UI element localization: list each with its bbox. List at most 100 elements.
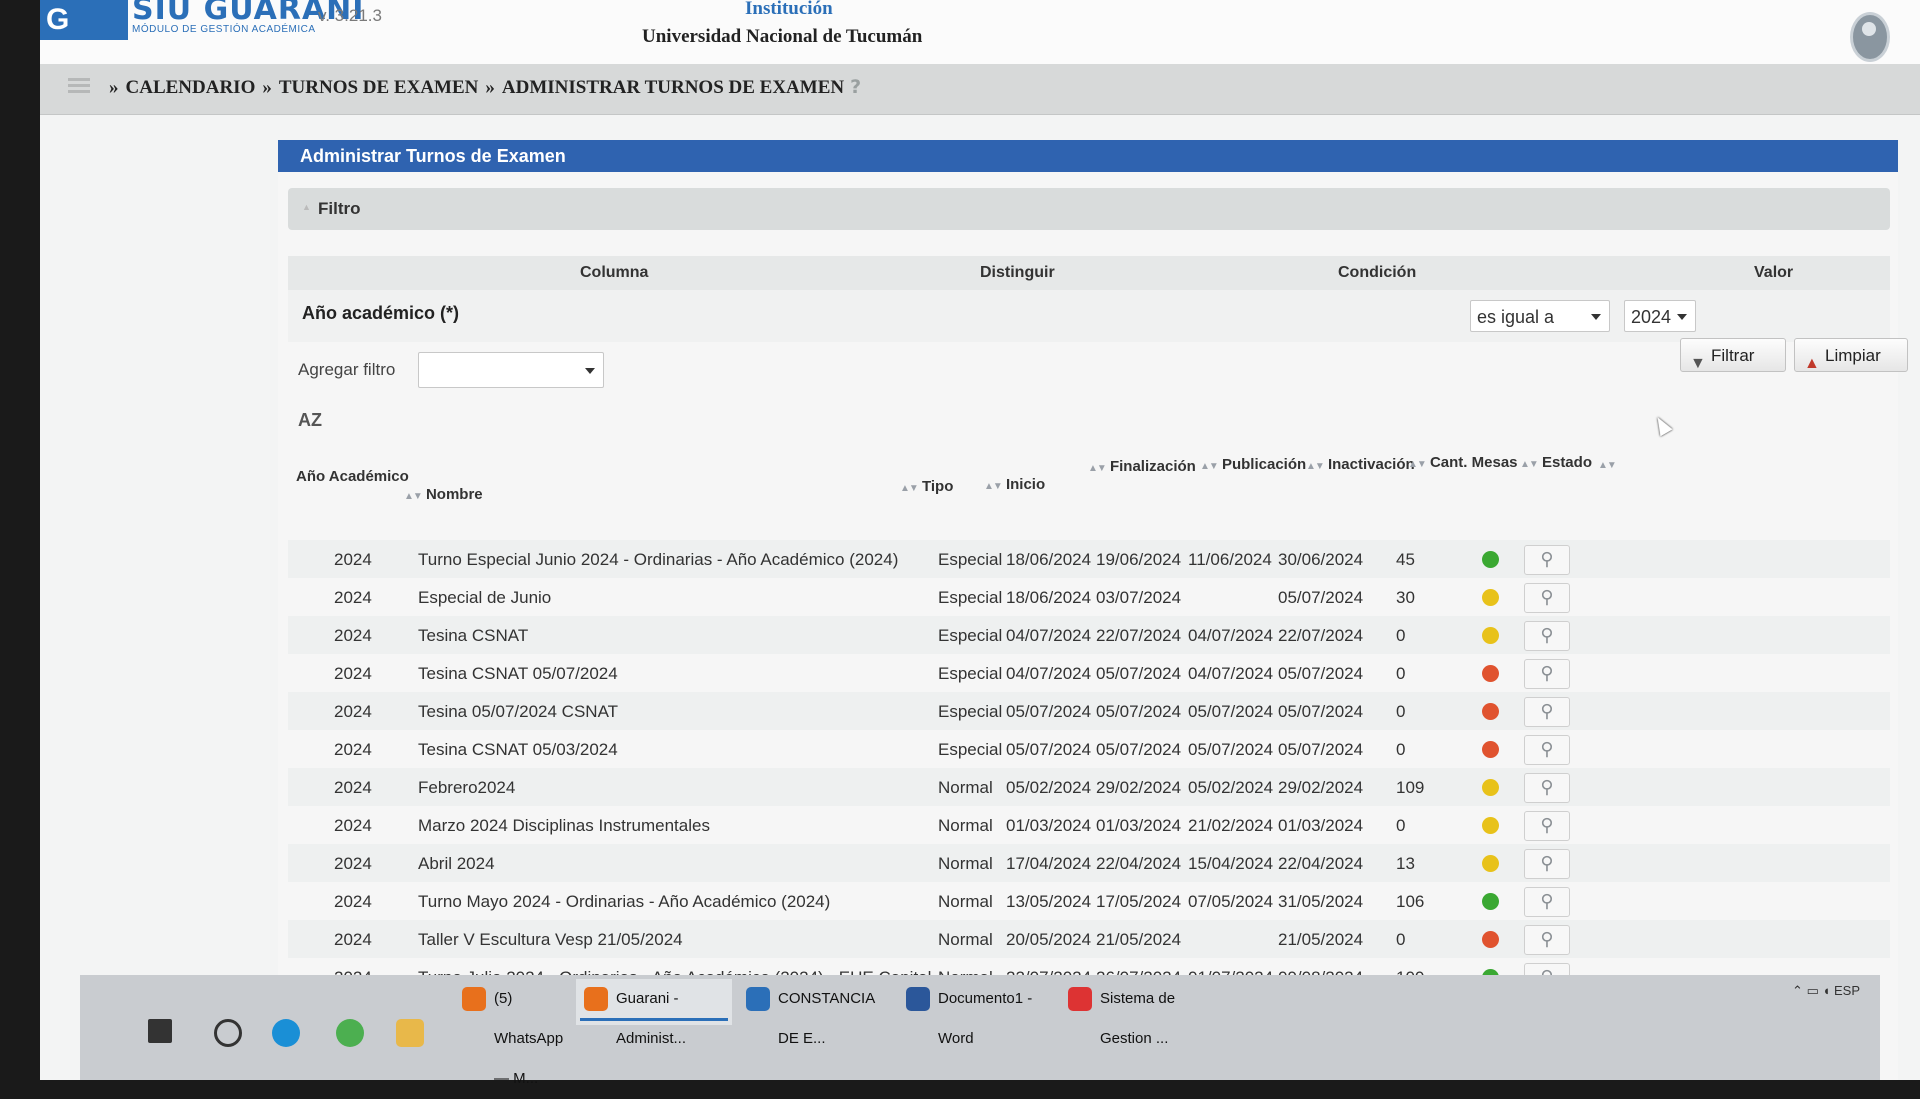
filter-header[interactable]: ▲ Filtro xyxy=(288,188,1890,230)
add-filter-select[interactable] xyxy=(418,352,604,388)
cell-tipo: Especial xyxy=(938,664,1003,683)
language-indicator[interactable]: ESP xyxy=(1834,983,1860,998)
table-row[interactable]: 2024 Febrero2024 Normal 05/02/2024 29/02/202… xyxy=(288,768,1890,806)
th-fin[interactable]: ▲▼ Finalización xyxy=(1088,458,1196,475)
th-anio[interactable]: Año Académico xyxy=(296,468,409,485)
chevron-up-icon[interactable]: ⌃ xyxy=(1792,983,1803,998)
add-filter-label: Agregar filtro xyxy=(298,360,396,379)
taskbar-item[interactable]: Guarani - Administ... xyxy=(576,979,732,1047)
table-row[interactable]: 2024 Especial de Junio Especial 18/06/2024 0… xyxy=(288,578,1890,616)
sort-arrows-icon[interactable]: ▲▼ xyxy=(1408,459,1427,470)
cell-inicio: 05/07/2024 xyxy=(1006,740,1092,759)
file-explorer-icon[interactable] xyxy=(396,1019,424,1047)
cell-nombre: Abril 2024 xyxy=(418,854,495,873)
table-row[interactable]: 2024 Abril 2024 Normal 17/04/2024 22/04/2024… xyxy=(288,844,1890,882)
th-pub[interactable]: ▲▼ Publicación xyxy=(1200,456,1306,473)
taskbar-item[interactable]: Sistema de Gestion ... xyxy=(1060,979,1218,1047)
breadcrumb-turnos[interactable]: TURNOS DE EXAMEN xyxy=(279,77,479,98)
edge-icon[interactable] xyxy=(272,1019,300,1047)
th-estado[interactable]: ▲▼ Estado xyxy=(1520,454,1592,471)
magnifier-icon[interactable]: ⚲ xyxy=(1524,811,1570,841)
year-select[interactable]: 2024 xyxy=(1624,300,1696,332)
table-row[interactable]: 2024 Tesina 05/07/2024 CSNAT Especial 05/07… xyxy=(288,692,1890,730)
filter-col-valor: Valor xyxy=(1754,264,1794,281)
magnifier-icon[interactable]: ⚲ xyxy=(1524,621,1570,651)
volume-icon[interactable]: ◖ xyxy=(1823,983,1831,998)
th-tipo[interactable]: ▲▼ Tipo xyxy=(900,478,953,495)
th-cant[interactable]: ▲▼ Cant. Mesas xyxy=(1408,454,1518,471)
magnifier-icon[interactable]: ⚲ xyxy=(1524,773,1570,803)
cell-cant: 0 xyxy=(1396,702,1406,721)
cell-inact: 05/07/2024 xyxy=(1278,664,1364,683)
magnifier-icon[interactable]: ⚲ xyxy=(1524,659,1570,689)
help-icon[interactable]: ? xyxy=(850,76,861,98)
taskbar-item-label: (5) WhatsApp — M... xyxy=(494,990,564,1087)
status-dot-icon xyxy=(1482,627,1499,644)
cell-tipo: Especial xyxy=(938,740,1003,759)
table-row[interactable]: 2024 Turno Especial Junio 2024 - Ordinari… xyxy=(288,540,1890,578)
sort-arrows-icon[interactable]: ▲▼ xyxy=(900,483,919,494)
breadcrumb-calendario[interactable]: CALENDARIO xyxy=(126,77,256,98)
cell-nombre: Turno Mayo 2024 - Ordinarias - Año Acadé… xyxy=(418,892,831,911)
network-icon[interactable]: ▭ xyxy=(1807,983,1819,998)
table-row[interactable]: 2024 Tesina CSNAT Especial 04/07/2024 22/07/… xyxy=(288,616,1890,654)
word-icon xyxy=(906,987,930,1011)
menu-icon[interactable] xyxy=(68,78,90,94)
table-row[interactable]: 2024 Turno Mayo 2024 - Ordinarias - Año A… xyxy=(288,882,1890,920)
filter-button[interactable]: ▼ Filtrar xyxy=(1680,338,1786,372)
table-row[interactable]: 2024 Taller V Escultura Vesp 21/05/2024 No… xyxy=(288,920,1890,958)
status-dot-icon xyxy=(1482,817,1499,834)
sort-arrows-icon[interactable]: ▲▼ xyxy=(1598,460,1617,471)
sort-arrows-icon[interactable]: ▲▼ xyxy=(1200,461,1219,472)
siu-logo[interactable]: G xyxy=(40,0,128,40)
collapse-icon[interactable]: ▲ xyxy=(302,202,311,212)
sort-arrows-icon[interactable]: ▲▼ xyxy=(404,491,423,502)
magnifier-icon[interactable]: ⚲ xyxy=(1524,697,1570,727)
breadcrumb: » CALENDARIO » TURNOS DE EXAMEN » ADMINISTRAR… xyxy=(102,76,861,99)
sort-arrows-icon[interactable]: ▲▼ xyxy=(1306,461,1325,472)
th-nombre[interactable]: ▲▼ Nombre xyxy=(404,486,483,503)
cell-fin: 05/07/2024 xyxy=(1096,664,1182,683)
th-inicio[interactable]: ▲▼ Inicio xyxy=(984,476,1045,493)
chevron-down-icon xyxy=(585,368,595,374)
sort-arrows-icon[interactable]: ▲▼ xyxy=(984,481,1003,492)
th-inact[interactable]: ▲▼ Inactivación xyxy=(1306,456,1415,473)
magnifier-icon[interactable]: ⚲ xyxy=(1524,887,1570,917)
condition-select[interactable]: es igual a xyxy=(1470,300,1610,332)
cell-inact: 30/06/2024 xyxy=(1278,550,1364,569)
table-row[interactable]: 2024 Marzo 2024 Disciplinas Instrumentale… xyxy=(288,806,1890,844)
magnifier-icon[interactable]: ⚲ xyxy=(1524,583,1570,613)
magnifier-icon[interactable]: ⚲ xyxy=(1524,545,1570,575)
taskbar-item-label: CONSTANCIA DE E... xyxy=(778,990,875,1047)
table-row[interactable]: 2024 Tesina CSNAT 05/07/2024 Especial 04/07… xyxy=(288,654,1890,692)
cell-cant: 45 xyxy=(1396,550,1415,569)
magnifier-icon[interactable]: ⚲ xyxy=(1524,925,1570,955)
cell-inicio: 18/06/2024 xyxy=(1006,550,1092,569)
user-avatar-icon[interactable] xyxy=(1850,12,1890,62)
cell-tipo: Especial xyxy=(938,626,1003,645)
windows-start-icon[interactable] xyxy=(148,1019,172,1043)
cell-inact: 05/07/2024 xyxy=(1278,740,1364,759)
search-icon[interactable] xyxy=(214,1019,242,1047)
chrome-icon[interactable] xyxy=(336,1019,364,1047)
taskbar-item[interactable]: (5) WhatsApp — M... xyxy=(454,979,570,1087)
sort-arrows-icon[interactable]: ▲▼ xyxy=(1520,459,1539,470)
table-row[interactable]: 2024 Tesina CSNAT 05/03/2024 Especial 05/07… xyxy=(288,730,1890,768)
cell-inicio: 05/02/2024 xyxy=(1006,778,1092,797)
magnifier-icon[interactable]: ⚲ xyxy=(1524,849,1570,879)
th-inact-label: Inactivación xyxy=(1327,456,1415,473)
clear-button[interactable]: ▲ Limpiar xyxy=(1794,338,1908,372)
taskbar-item[interactable]: Documento1 - Word xyxy=(898,979,1054,1047)
sort-arrows-icon[interactable]: ▲▼ xyxy=(1088,463,1107,474)
version-label: v. 3.21.3 xyxy=(318,6,382,25)
status-dot-icon xyxy=(1482,703,1499,720)
firefox-icon xyxy=(584,987,608,1011)
cell-fin: 21/05/2024 xyxy=(1096,930,1182,949)
firefox-icon xyxy=(462,987,486,1011)
cell-fin: 29/02/2024 xyxy=(1096,778,1182,797)
cell-nombre: Marzo 2024 Disciplinas Instrumentales xyxy=(418,816,710,835)
cell-pub: 05/07/2024 xyxy=(1188,740,1274,759)
breadcrumb-separator: » xyxy=(109,77,119,98)
magnifier-icon[interactable]: ⚲ xyxy=(1524,735,1570,765)
taskbar-item[interactable]: CONSTANCIA DE E... xyxy=(738,979,892,1047)
